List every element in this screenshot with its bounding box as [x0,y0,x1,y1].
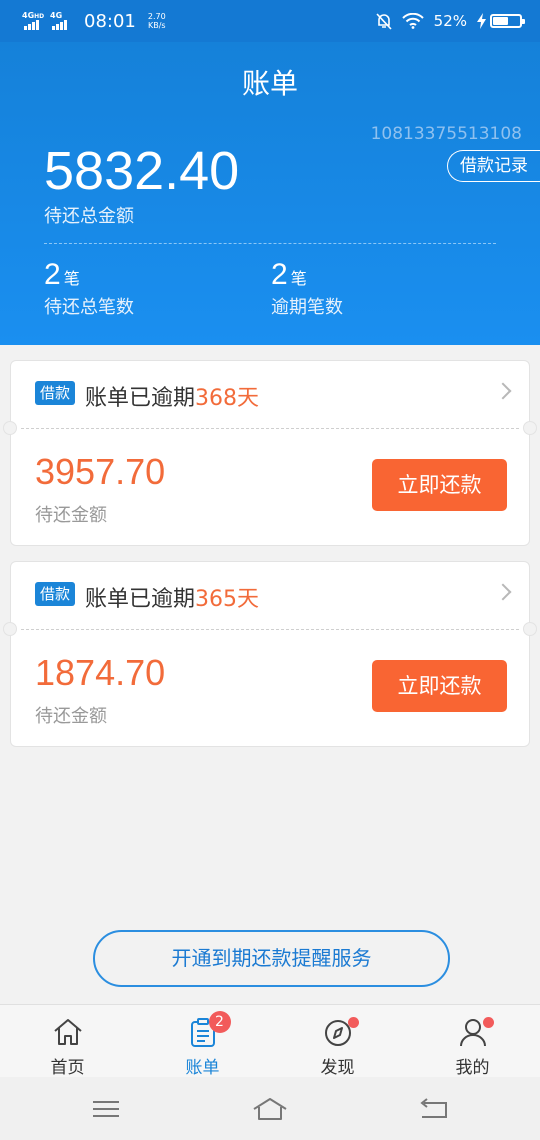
total-due-label: 待还总金额 [44,206,134,227]
nav-label-mine: 我的 [455,1058,490,1078]
loan-tag: 借款 [35,381,76,405]
enable-reminder-button[interactable]: 开通到期还款提醒服务 [93,930,450,987]
home-icon [53,1019,82,1045]
divider [44,243,496,244]
notification-dot [482,1017,494,1028]
cell-signal-icon: 4GHD [22,11,45,30]
card-notch [3,622,17,636]
bill-summary-header: 账单 10813375513108 借款记录 5832.40 待还总金额 2笔 … [0,42,540,345]
card-notch [523,622,537,636]
loan-tag: 借款 [35,582,76,606]
net-speed-value: 2.70 [147,12,166,21]
nav-item-bill[interactable]: 2 账单 [135,1005,270,1078]
repay-now-button[interactable]: 立即还款 [372,660,507,712]
page-title: 账单 [241,67,298,100]
net-speed: 2.70 KB/s [148,12,166,30]
overdue-days: 368天 [195,386,260,411]
pending-unit: 笔 [63,269,80,288]
loan-record-button[interactable]: 借款记录 [447,150,540,182]
card-notch [3,421,17,435]
net-speed-unit: KB/s [147,21,166,30]
card-divider [21,428,519,429]
nav-label-discover: 发现 [320,1058,355,1078]
bill-status-text: 账单已逾期 [85,587,196,612]
bill-amount-label: 待还金额 [35,706,107,727]
back-icon[interactable] [414,1095,454,1123]
home-icon[interactable] [250,1095,290,1123]
nav-item-home[interactable]: 首页 [0,1005,135,1078]
network-type-2: 4G [50,11,63,20]
bill-card: 借款 账单已逾期368天 3957.70 待还金额 立即还款 [3,360,537,546]
charging-bolt-icon [477,13,486,29]
pending-count: 2 [44,258,61,291]
wifi-icon [401,13,424,29]
network-type-1: 4GHD [22,11,45,20]
system-nav-bar [0,1077,540,1140]
overdue-count-block: 2笔 逾期笔数 [271,258,343,319]
total-due-amount: 5832.40 [44,141,240,201]
clock: 08:01 [84,10,136,32]
bill-status: 账单已逾期365天 [85,581,259,613]
status-left: 4GHD 4G 08:01 2.70 KB/s [22,11,166,32]
battery-icon [490,14,525,28]
overdue-unit: 笔 [290,269,307,288]
bill-count-badge: 2 [208,1011,231,1033]
bill-amount: 1874.70 [35,652,166,693]
bill-card-header[interactable]: 借款 账单已逾期365天 [11,562,529,629]
chevron-right-icon [494,382,512,400]
bill-card-header[interactable]: 借款 账单已逾期368天 [11,361,529,428]
bill-amount: 3957.70 [35,451,166,492]
repay-now-button[interactable]: 立即还款 [372,459,507,511]
bill-amount-label: 待还金额 [35,505,107,526]
notification-dot [347,1017,359,1028]
bill-card: 借款 账单已逾期365天 1874.70 待还金额 立即还款 [3,561,537,747]
card-divider [21,629,519,630]
status-right: 52% [376,12,525,30]
battery-percent: 52% [433,12,467,30]
account-number: 10813375513108 [370,124,522,144]
overdue-count: 2 [271,258,288,291]
chevron-right-icon [494,583,512,601]
cell-signal-icon-2: 4G [50,11,72,30]
overdue-days: 365天 [195,587,260,612]
nav-item-discover[interactable]: 发现 [270,1005,405,1078]
nav-item-mine[interactable]: 我的 [405,1005,540,1078]
pending-count-block: 2笔 待还总笔数 [44,258,134,319]
bill-status: 账单已逾期368天 [85,380,259,412]
bill-status-text: 账单已逾期 [85,386,196,411]
card-notch [523,421,537,435]
mute-bell-icon [376,12,392,30]
pending-count-label: 待还总笔数 [44,297,134,318]
overdue-count-label: 逾期笔数 [271,297,343,318]
menu-icon[interactable] [86,1095,126,1123]
nav-label-home: 首页 [50,1058,85,1078]
status-bar: 4GHD 4G 08:01 2.70 KB/s 52% [0,0,540,42]
nav-label-bill: 账单 [185,1058,220,1078]
bottom-nav: 首页 2 账单 发现 我的 [0,1004,540,1078]
